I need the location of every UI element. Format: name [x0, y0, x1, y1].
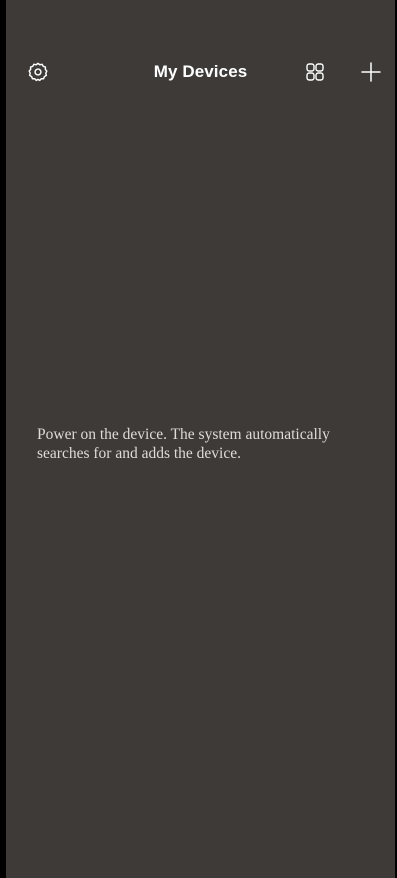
grid-icon — [306, 63, 324, 81]
device-frame: My Devices Power on the device. The syst… — [0, 0, 397, 878]
top-app-bar: My Devices — [6, 48, 395, 96]
page-title: My Devices — [153, 62, 248, 81]
add-icon — [361, 62, 381, 82]
add-device-button[interactable] — [359, 60, 383, 84]
app-screen: My Devices Power on the device. The syst… — [6, 0, 395, 878]
grid-view-button[interactable] — [303, 60, 327, 84]
empty-state-message: Power on the device. The system automati… — [37, 426, 330, 462]
